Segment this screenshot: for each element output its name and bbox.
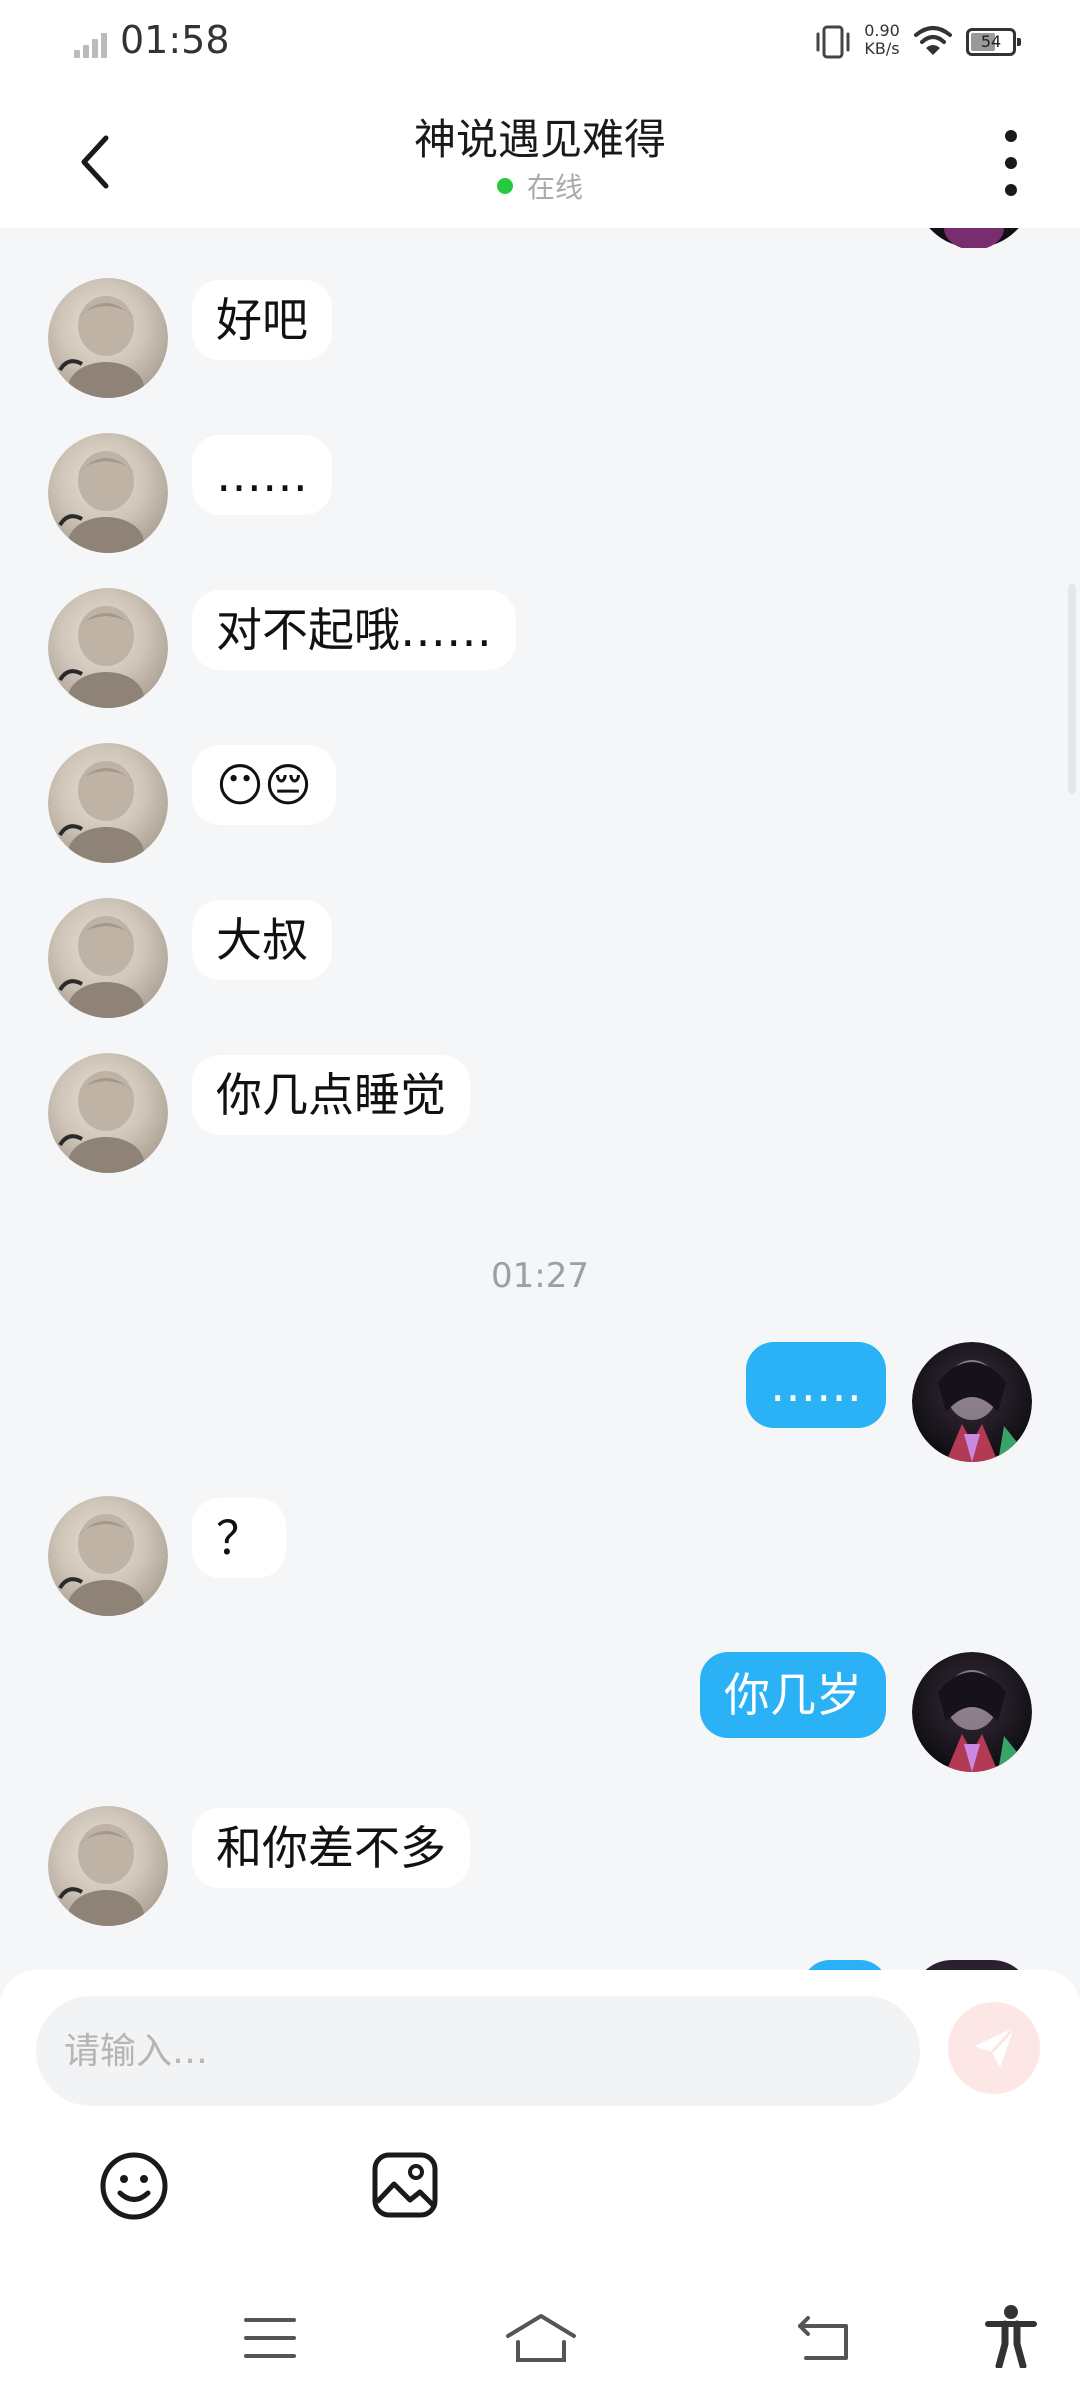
send-button[interactable] bbox=[948, 2002, 1040, 2094]
my-avatar-partial bbox=[912, 1960, 1032, 1970]
chat-header: 神说遇见难得 在线 bbox=[0, 86, 1080, 228]
contact-avatar[interactable] bbox=[48, 433, 168, 553]
my-avatar[interactable] bbox=[912, 1652, 1032, 1772]
contact-name: 神说遇见难得 bbox=[413, 115, 666, 164]
my-message-bubble-partial bbox=[802, 1960, 888, 1970]
message-bubble[interactable]: …… bbox=[192, 435, 332, 515]
signal-icon bbox=[74, 30, 110, 58]
network-speed-value: 0.90 bbox=[864, 21, 900, 40]
chevron-left-icon[interactable] bbox=[70, 132, 120, 192]
message-bubble[interactable]: 对不起哦…… bbox=[192, 590, 516, 670]
message-bubble[interactable]: 好吧 bbox=[192, 280, 332, 360]
accessibility-icon[interactable] bbox=[984, 2304, 1038, 2368]
vibrate-icon bbox=[816, 25, 850, 59]
my-avatar[interactable] bbox=[914, 228, 1034, 248]
menu-icon[interactable] bbox=[244, 2316, 296, 2360]
battery-level: 54 bbox=[980, 32, 1002, 51]
status-time: 01:58 bbox=[120, 18, 230, 62]
system-nav-bar bbox=[0, 2290, 1080, 2408]
smiley-icon[interactable] bbox=[98, 2150, 170, 2222]
contact-avatar[interactable] bbox=[48, 743, 168, 863]
contact-avatar[interactable] bbox=[48, 898, 168, 1018]
status-bar: 01:58 0.90 KB/s 54 bbox=[0, 0, 1080, 86]
image-icon[interactable] bbox=[370, 2150, 440, 2220]
my-message-bubble[interactable]: …… bbox=[746, 1342, 886, 1428]
contact-avatar[interactable] bbox=[48, 1496, 168, 1616]
online-status-label: 在线 bbox=[526, 171, 583, 204]
message-timestamp: 01:27 bbox=[491, 1256, 589, 1296]
contact-avatar[interactable] bbox=[48, 588, 168, 708]
scrollbar[interactable] bbox=[1068, 584, 1076, 794]
contact-avatar[interactable] bbox=[48, 1053, 168, 1173]
message-bubble[interactable]: 和你差不多 bbox=[192, 1808, 470, 1888]
message-list[interactable]: 好吧 …… 对不起哦…… 😶😔 大叔 你几点睡觉 01:27 …… ？ 你几岁 … bbox=[0, 228, 1080, 1970]
contact-avatar[interactable] bbox=[48, 278, 168, 398]
wifi-icon bbox=[914, 26, 952, 55]
network-speed: 0.90 KB/s bbox=[862, 22, 902, 58]
my-avatar[interactable] bbox=[912, 1342, 1032, 1462]
contact-avatar[interactable] bbox=[48, 1806, 168, 1926]
message-input[interactable] bbox=[36, 1996, 920, 2106]
my-message-bubble[interactable]: 你几岁 bbox=[700, 1652, 886, 1738]
online-dot-icon bbox=[496, 178, 513, 194]
home-icon[interactable] bbox=[504, 2312, 578, 2364]
more-vertical-icon[interactable] bbox=[996, 130, 1026, 196]
message-bubble[interactable]: ？ bbox=[192, 1498, 286, 1578]
network-speed-unit: KB/s bbox=[864, 39, 900, 58]
online-status: 在线 bbox=[440, 166, 640, 206]
battery-indicator: 54 bbox=[966, 28, 1021, 56]
message-bubble[interactable]: 你几点睡觉 bbox=[192, 1055, 470, 1135]
message-bubble[interactable]: 大叔 bbox=[192, 900, 332, 980]
message-bubble[interactable]: 😶😔 bbox=[192, 745, 336, 825]
return-icon[interactable] bbox=[796, 2314, 852, 2362]
send-icon bbox=[974, 2026, 1016, 2068]
